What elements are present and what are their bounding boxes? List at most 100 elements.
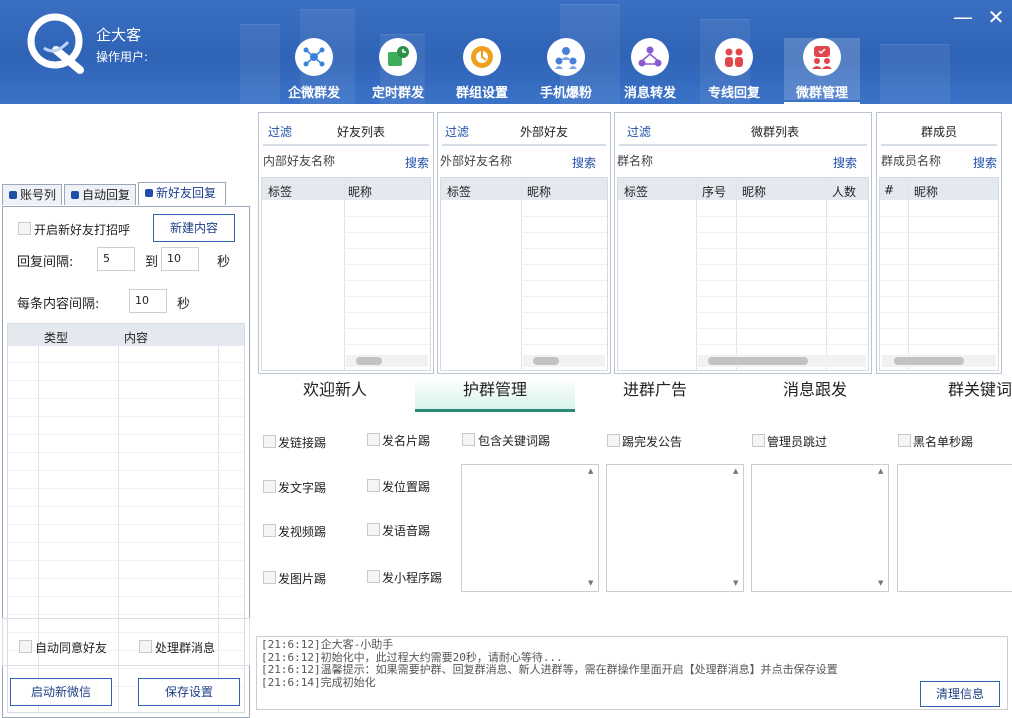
- external-panel-title: 外部好友: [520, 125, 569, 139]
- notice-textarea[interactable]: ▲ ▼: [606, 464, 744, 592]
- auto-accept-label: 自动同意好友: [35, 641, 108, 655]
- content-interval-input[interactable]: 10: [129, 289, 167, 313]
- kick-card-checkbox[interactable]: [367, 433, 380, 446]
- groups-search-button[interactable]: 搜索: [833, 154, 857, 171]
- app-logo-icon: [27, 13, 84, 74]
- kick-location-checkbox[interactable]: [367, 479, 380, 492]
- log-output[interactable]: [21:6:12]企大客-小助手 [21:6:12]初始化中，此过程大约需要20…: [256, 636, 1008, 710]
- title-divider: [442, 144, 606, 146]
- tab-new-friend-reply[interactable]: 新好友回复: [138, 182, 226, 205]
- group-members-table[interactable]: # 昵称: [879, 177, 999, 371]
- scroll-thumb[interactable]: [708, 357, 808, 365]
- friends-table[interactable]: 标签 昵称: [261, 177, 431, 371]
- app-header: 企大客 操作用户: — ✕ 企微群发 定时群发 群组设置 手机爆粉 消息转发 专…: [0, 0, 1012, 104]
- greet-checkbox-label: 开启新好友打招呼: [34, 223, 131, 237]
- grid-line: [521, 248, 607, 249]
- friends-panel-title: 好友列表: [337, 125, 386, 139]
- save-settings-button[interactable]: 保存设置: [138, 678, 240, 706]
- external-filter-link[interactable]: 过滤: [445, 123, 469, 140]
- admin-skip-checkbox[interactable]: [752, 434, 765, 447]
- admin-textarea[interactable]: ▲ ▼: [751, 464, 889, 592]
- auto-accept-checkbox[interactable]: [19, 640, 32, 653]
- external-friends-table[interactable]: 标签 昵称: [440, 177, 608, 371]
- kick-link-label: 发链接踢: [278, 436, 327, 450]
- greet-checkbox[interactable]: [18, 222, 31, 235]
- vertical-scrollbar[interactable]: ▲: [588, 467, 596, 589]
- grid-line: [521, 296, 607, 297]
- nav-message-forward[interactable]: 消息转发: [612, 38, 688, 101]
- start-wechat-button[interactable]: 启动新微信: [10, 678, 112, 706]
- friends-filter-link[interactable]: 过滤: [268, 123, 292, 140]
- header-member-count: 人数: [832, 185, 857, 199]
- grid-line: [696, 264, 868, 265]
- minimize-icon[interactable]: —: [953, 7, 973, 27]
- log-line: [21:6:14]完成初始化: [261, 675, 376, 689]
- nav-group-settings[interactable]: 群组设置: [444, 38, 520, 101]
- tab-group-keywords[interactable]: 群关键词: [896, 378, 1012, 412]
- new-content-button[interactable]: 新建内容: [153, 214, 235, 242]
- nav-enterprise-broadcast[interactable]: 企微群发: [276, 38, 352, 101]
- grid-line: [521, 216, 607, 217]
- scroll-thumb[interactable]: [894, 357, 964, 365]
- nav-phone-fans[interactable]: 手机爆粉: [528, 38, 604, 101]
- keyword-textarea[interactable]: ▲ ▼: [461, 464, 599, 592]
- scroll-thumb[interactable]: [356, 357, 382, 365]
- kick-link-checkbox[interactable]: [263, 435, 276, 448]
- tab-account-list[interactable]: 账号列: [2, 184, 62, 205]
- header-decoration: [240, 24, 280, 104]
- close-icon[interactable]: ✕: [986, 7, 1006, 27]
- kick-text-checkbox[interactable]: [263, 480, 276, 493]
- vertical-scrollbar[interactable]: ▲: [878, 467, 886, 589]
- grid-line: [696, 216, 868, 217]
- nav-dedicated-reply[interactable]: 专线回复: [696, 38, 772, 101]
- grid-line: [8, 416, 244, 417]
- horizontal-scrollbar[interactable]: [698, 355, 866, 367]
- grid-line: [8, 488, 244, 489]
- reply-interval-to-input[interactable]: 10: [161, 247, 199, 271]
- friends-search-button[interactable]: 搜索: [405, 154, 429, 171]
- kick-after-notice-checkbox[interactable]: [607, 434, 620, 447]
- groups-filter-link[interactable]: 过滤: [627, 123, 651, 140]
- grid-line: [521, 264, 607, 265]
- tab-marker-icon: [9, 191, 17, 199]
- tab-auto-reply[interactable]: 自动回复: [64, 184, 136, 205]
- header-number: #: [884, 183, 895, 197]
- tab-message-follow[interactable]: 消息跟发: [736, 378, 894, 412]
- scroll-down-icon[interactable]: ▼: [588, 579, 596, 589]
- horizontal-scrollbar[interactable]: [523, 355, 605, 367]
- horizontal-scrollbar[interactable]: [882, 355, 996, 367]
- nav-wechat-group-manage[interactable]: 微群管理: [784, 38, 860, 104]
- keyword-kick-checkbox[interactable]: [462, 433, 475, 446]
- nav-scheduled-broadcast[interactable]: 定时群发: [360, 38, 436, 101]
- grid-line: [880, 280, 998, 281]
- scroll-down-icon[interactable]: ▼: [733, 579, 741, 589]
- members-panel-title: 群成员: [921, 125, 958, 139]
- tab-marker-icon: [71, 191, 79, 199]
- tab-group-guard[interactable]: 护群管理: [415, 378, 575, 412]
- kick-image-checkbox[interactable]: [263, 571, 276, 584]
- blacklist-kick-checkbox[interactable]: [898, 434, 911, 447]
- blacklist-textarea[interactable]: [897, 464, 1012, 592]
- external-search-button[interactable]: 搜索: [572, 154, 596, 171]
- to-label: 到: [145, 255, 159, 270]
- scroll-thumb[interactable]: [533, 357, 559, 365]
- tab-join-ads[interactable]: 进群广告: [576, 378, 734, 412]
- kick-miniprogram-checkbox[interactable]: [367, 570, 380, 583]
- group-list-table[interactable]: 标签 序号 昵称 人数: [617, 177, 869, 371]
- grid-line: [696, 232, 868, 233]
- reply-interval-from-input[interactable]: 5: [97, 247, 135, 271]
- grid-line: [8, 596, 244, 597]
- horizontal-scrollbar[interactable]: [346, 355, 428, 367]
- grid-line: [826, 178, 827, 370]
- kick-voice-checkbox[interactable]: [367, 523, 380, 536]
- grid-line: [880, 216, 998, 217]
- process-group-msg-checkbox[interactable]: [139, 640, 152, 653]
- members-search-button[interactable]: 搜索: [973, 154, 997, 171]
- grid-line: [880, 296, 998, 297]
- tab-welcome-newcomers[interactable]: 欢迎新人: [256, 378, 414, 412]
- vertical-scrollbar[interactable]: ▲: [733, 467, 741, 589]
- kick-video-checkbox[interactable]: [263, 524, 276, 537]
- grid-line: [696, 280, 868, 281]
- scroll-down-icon[interactable]: ▼: [878, 579, 886, 589]
- clear-log-button[interactable]: 清理信息: [920, 681, 1000, 707]
